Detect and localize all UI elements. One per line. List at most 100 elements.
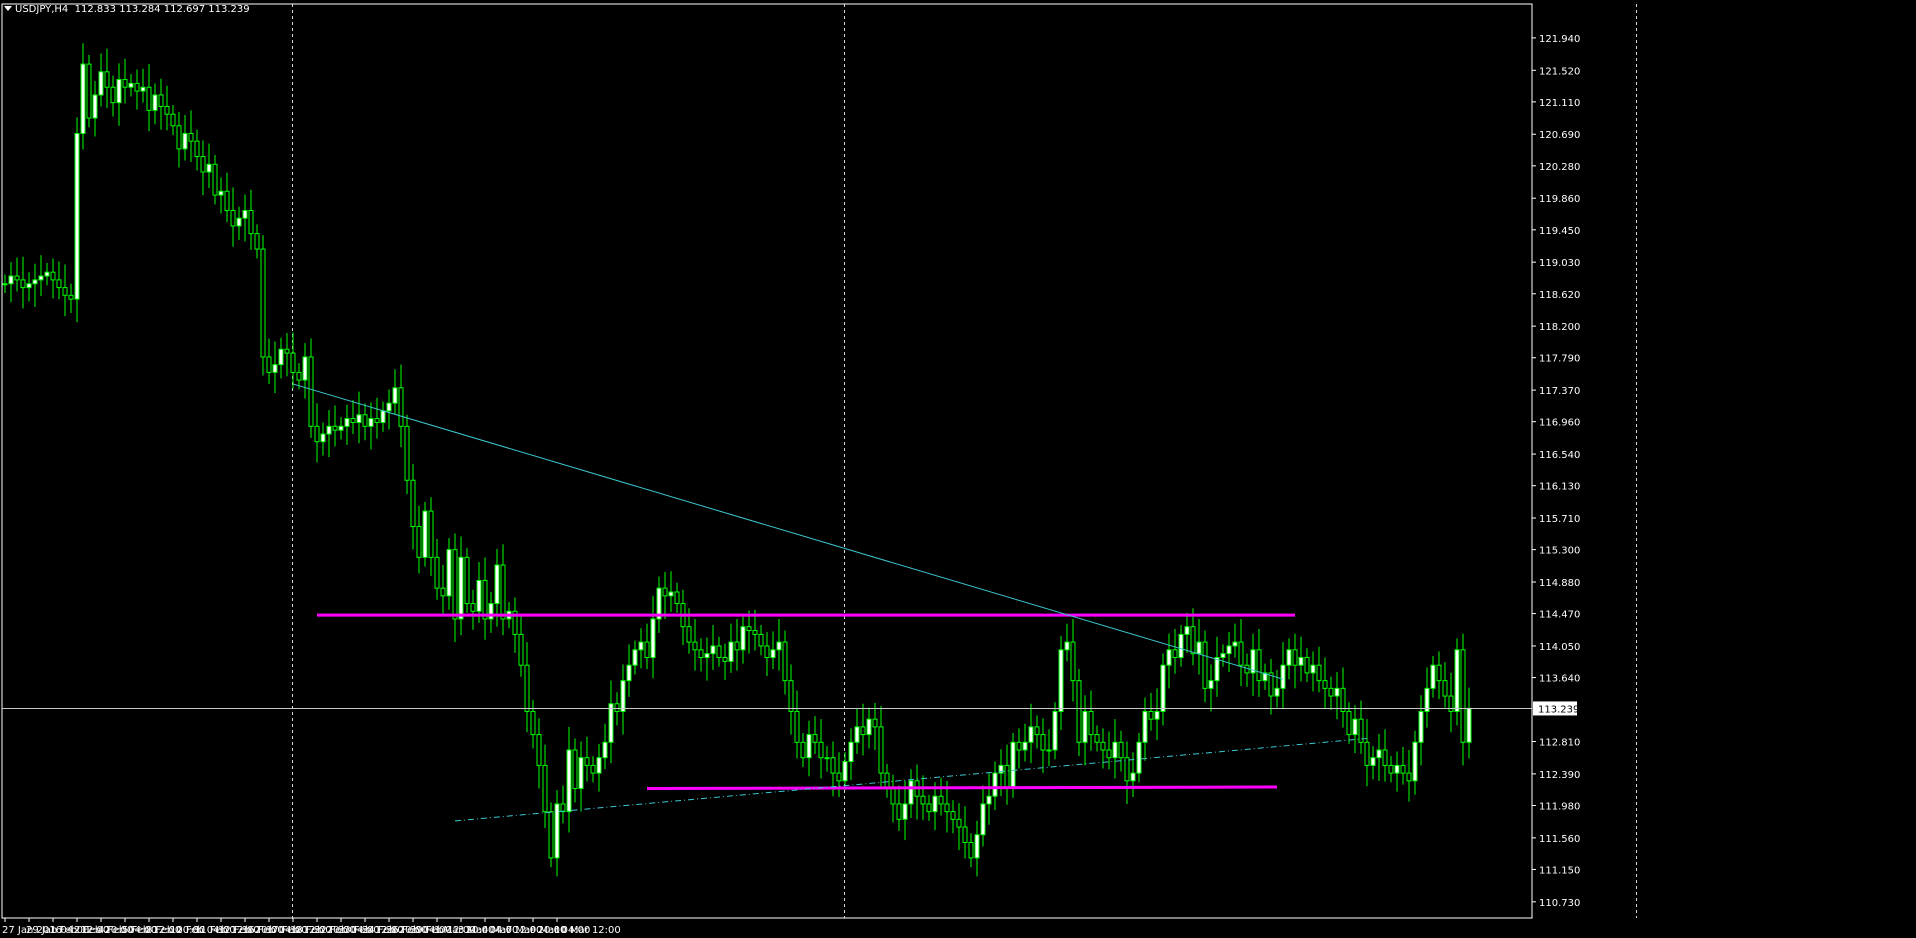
- candle-body: [560, 803, 566, 813]
- candle-body: [194, 140, 200, 158]
- candle-body: [1304, 657, 1310, 674]
- candle-body: [284, 348, 290, 354]
- candle-body: [20, 279, 26, 289]
- candle-body: [848, 741, 854, 763]
- candle-body: [1370, 757, 1376, 766]
- candle-body: [1286, 649, 1292, 666]
- candle-body: [1208, 680, 1214, 689]
- candle-body: [200, 156, 206, 173]
- candle-body: [1022, 741, 1028, 751]
- candle-body: [1154, 710, 1160, 720]
- candle-body: [1298, 657, 1304, 666]
- candle-body: [1178, 633, 1184, 659]
- candle-body: [830, 757, 836, 774]
- candle-body: [1040, 734, 1046, 751]
- candle-body: [452, 549, 458, 620]
- candle-body: [44, 271, 50, 277]
- candle-body: [644, 641, 650, 659]
- candle-body: [962, 826, 968, 843]
- candle-body: [542, 764, 548, 813]
- candle-body: [266, 356, 272, 373]
- candle-body: [1106, 749, 1112, 759]
- candle-body: [1382, 749, 1388, 766]
- candle-body: [380, 410, 386, 423]
- symbol-label: USDJPY,H4: [15, 4, 69, 15]
- candle-body: [494, 564, 500, 605]
- x-tick-label: 10 Mar 12:00: [554, 925, 621, 936]
- candle-body: [404, 425, 410, 481]
- candle-body: [1280, 664, 1286, 689]
- candle-body: [38, 275, 44, 281]
- candle-body: [920, 795, 926, 805]
- candle-body: [104, 71, 110, 88]
- y-tick-label: 112.810: [1539, 738, 1580, 749]
- candle-body: [14, 275, 20, 281]
- candle-body: [536, 734, 542, 766]
- candle-body: [878, 726, 884, 774]
- candle-body: [860, 726, 866, 736]
- candle-body: [344, 418, 350, 427]
- candle-body: [722, 657, 728, 662]
- candle-body: [1364, 741, 1370, 766]
- candle-body: [1436, 664, 1442, 682]
- y-tick-label: 114.050: [1539, 642, 1580, 653]
- candle-body: [68, 294, 74, 300]
- candle-body: [1094, 734, 1100, 743]
- candle-body: [950, 811, 956, 820]
- candle-body: [530, 710, 536, 736]
- candle-body: [908, 780, 914, 805]
- candle-body: [710, 645, 716, 655]
- y-tick-label: 118.620: [1539, 290, 1580, 301]
- candle-body: [776, 641, 782, 651]
- candle-body: [1064, 641, 1070, 651]
- candle-body: [50, 271, 56, 281]
- candle-body: [692, 641, 698, 651]
- candle-body: [1400, 764, 1406, 774]
- candle-body: [974, 834, 980, 859]
- chart-area[interactable]: 121.940 121.520 121.110 120.690 120.280 119.8…: [0, 0, 1916, 938]
- candle-body: [326, 425, 332, 435]
- candle-body: [296, 371, 302, 381]
- candle-body: [1316, 664, 1322, 682]
- candle-body: [980, 803, 986, 836]
- candle-body: [812, 734, 818, 743]
- candle-body: [1160, 664, 1166, 712]
- candle-body: [728, 641, 734, 662]
- descending-trendline: [292, 383, 1284, 680]
- y-tick-label: 111.980: [1539, 801, 1580, 812]
- candle-body: [1016, 741, 1022, 751]
- candle-body: [968, 841, 974, 859]
- candle-body: [806, 734, 812, 759]
- candle-body: [992, 772, 998, 797]
- candle-body: [146, 86, 152, 111]
- candle-body: [1184, 626, 1190, 635]
- candle-body: [620, 680, 626, 712]
- candle-body: [356, 414, 362, 423]
- candle-body: [890, 788, 896, 805]
- candle-body: [98, 71, 104, 96]
- chart-svg[interactable]: 121.940 121.520 121.110 120.690 120.280 119.8…: [0, 0, 1916, 938]
- candle-body: [758, 633, 764, 647]
- candle-body: [1004, 764, 1010, 790]
- candle-body: [626, 664, 632, 682]
- candle-body: [602, 741, 608, 759]
- candle-body: [944, 803, 950, 813]
- candle-body: [764, 645, 770, 659]
- candle-body: [26, 283, 32, 289]
- candle-body: [242, 210, 248, 219]
- candle-body: [938, 795, 944, 805]
- candle-body: [8, 275, 14, 285]
- candle-body: [956, 818, 962, 828]
- candle-body: [248, 210, 254, 235]
- candle-body: [608, 703, 614, 743]
- candle-body: [218, 190, 224, 196]
- y-tick-label: 119.860: [1539, 194, 1580, 205]
- candle-body: [1232, 641, 1238, 647]
- candle-body: [596, 757, 602, 774]
- candle-body: [386, 402, 392, 412]
- candle-body: [824, 757, 830, 760]
- candle-body: [518, 633, 524, 666]
- dropdown-triangle-icon[interactable]: [4, 6, 12, 11]
- candle-body: [1100, 741, 1106, 751]
- candle-body: [1214, 657, 1220, 682]
